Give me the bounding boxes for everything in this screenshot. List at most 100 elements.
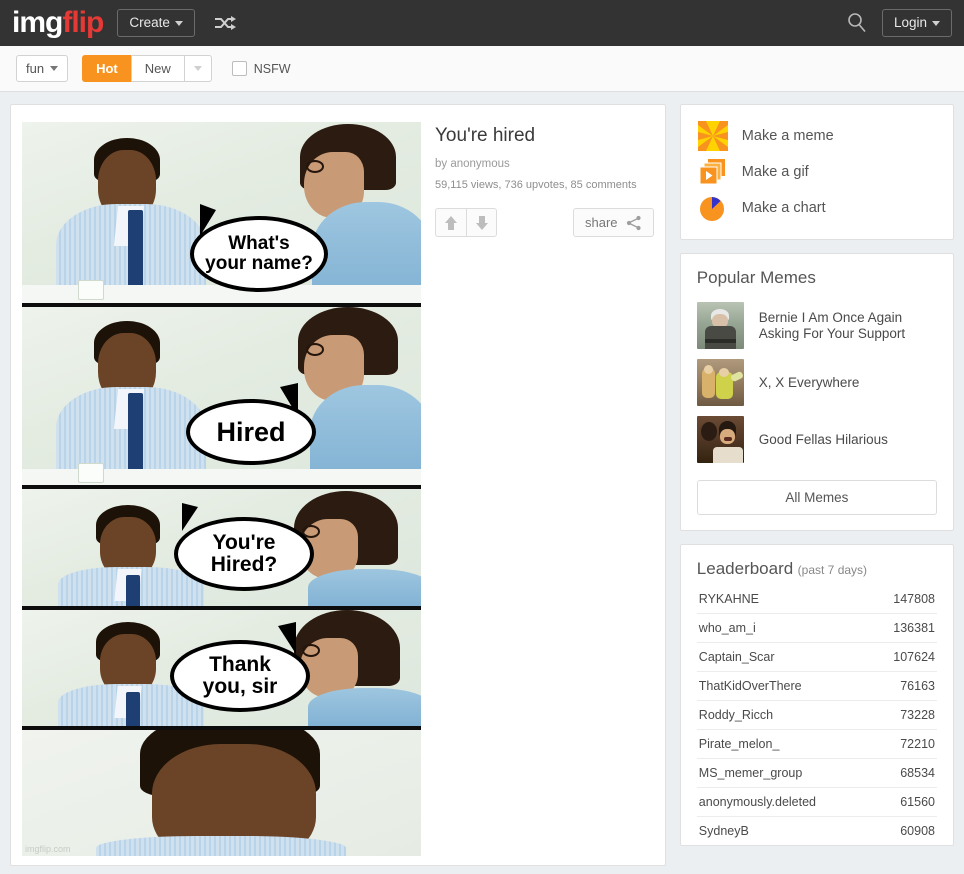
filter-bar: fun Hot New NSFW [0, 46, 964, 92]
speech-bubble-1-text: What's your name? [205, 234, 313, 274]
meme-panel-1: What's your name? [22, 122, 421, 307]
speech-bubble-2: Hired [186, 399, 316, 465]
leaderboard-row[interactable]: ThatKidOverThere76163 [697, 671, 937, 700]
leaderboard-row[interactable]: RYKAHNE 147808 [697, 585, 937, 613]
tab-hot[interactable]: Hot [82, 55, 131, 82]
login-button-label: Login [894, 16, 927, 30]
page-body: What's your name? Hired [0, 92, 964, 866]
meme-panel-4: Thank you, sir [22, 610, 421, 730]
speech-bubble-4-text: Thank you, sir [203, 654, 278, 698]
leaderboard-row[interactable]: Captain_Scar 107624 [697, 642, 937, 671]
arrow-down-icon [475, 215, 489, 231]
toy-story-thumb [697, 359, 744, 406]
category-dropdown[interactable]: fun [16, 55, 68, 82]
leaderboard-row[interactable]: who_am_i 136381 [697, 613, 937, 642]
leaderboard-score: 107624 [893, 650, 935, 664]
upvote-button[interactable] [435, 208, 466, 237]
create-button[interactable]: Create [117, 9, 195, 37]
goodfellas-thumb [697, 416, 744, 463]
popular-meme-item-x-everywhere[interactable]: X, X Everywhere [697, 354, 937, 411]
share-button[interactable]: share [573, 208, 654, 237]
create-button-label: Create [129, 16, 170, 30]
leaderboard-row[interactable]: Roddy_Ricch 73228 [697, 700, 937, 729]
make-a-meme-label: Make a meme [742, 128, 834, 144]
make-a-chart-link[interactable]: Make a chart [698, 190, 953, 226]
leaderboard-heading: Leaderboard (past 7 days) [697, 559, 937, 579]
leaderboard-score: 147808 [893, 592, 935, 606]
arrow-up-icon [444, 215, 458, 231]
leaderboard-row[interactable]: anonymously.deleted 61560 [697, 787, 937, 816]
top-navbar: imgflip Create Login [0, 0, 964, 46]
popular-meme-label-bernie: Bernie I Am Once Again Asking For Your S… [759, 310, 937, 342]
imgflip-watermark: imgflip.com [25, 844, 71, 854]
speech-bubble-3: You're Hired? [174, 517, 314, 591]
chevron-down-icon [175, 21, 183, 26]
popular-meme-label-goodfellas: Good Fellas Hilarious [759, 432, 888, 448]
nsfw-toggle[interactable]: NSFW [232, 61, 291, 76]
meme-title: You're hired [435, 125, 666, 147]
popular-memes-heading: Popular Memes [697, 268, 937, 288]
speech-bubble-4: Thank you, sir [170, 640, 310, 712]
leaderboard-username: Pirate_melon_ [699, 737, 780, 751]
leaderboard-score: 60908 [900, 824, 935, 838]
navbar-right-group: Login [846, 9, 952, 37]
popular-meme-item-bernie[interactable]: Bernie I Am Once Again Asking For Your S… [697, 297, 937, 354]
leaderboard-username: SydneyB [699, 824, 749, 838]
all-memes-button[interactable]: All Memes [697, 480, 937, 515]
leaderboard-username: Roddy_Ricch [699, 708, 773, 722]
leaderboard-score: 61560 [900, 795, 935, 809]
leaderboard-username: who_am_i [699, 621, 756, 635]
right-sidebar: Make a meme Make a gif [680, 104, 954, 866]
imgflip-logo[interactable]: imgflip [12, 8, 103, 38]
sort-more-dropdown[interactable] [184, 55, 212, 82]
leaderboard-row[interactable]: SydneyB 60908 [697, 816, 937, 845]
meme-meta: You're hired by anonymous 59,115 views, … [421, 122, 666, 865]
sort-segmented-control: Hot New [82, 55, 212, 82]
category-dropdown-label: fun [26, 62, 44, 75]
speech-bubble-3-text: You're Hired? [211, 532, 278, 576]
create-panel: Make a meme Make a gif [680, 104, 954, 240]
make-a-chart-label: Make a chart [742, 200, 826, 216]
make-a-meme-link[interactable]: Make a meme [698, 118, 953, 154]
leaderboard-rows: RYKAHNE 147808 who_am_i 136381 Captain_Scar 1… [697, 585, 937, 845]
shuffle-icon[interactable] [213, 15, 237, 31]
share-button-label: share [585, 215, 618, 230]
leaderboard-score: 136381 [893, 621, 935, 635]
leaderboard-score: 76163 [900, 679, 935, 693]
leaderboard-username: RYKAHNE [699, 592, 759, 606]
leaderboard-score: 72210 [900, 737, 935, 751]
leaderboard-panel: Leaderboard (past 7 days) RYKAHNE 147808 w… [680, 544, 954, 846]
meme-actions: share [435, 208, 666, 237]
downvote-button[interactable] [466, 208, 497, 237]
make-chart-icon [698, 193, 728, 223]
make-a-gif-link[interactable]: Make a gif [698, 154, 953, 190]
popular-memes-panel: Popular Memes Bernie I Am Once Again Ask… [680, 253, 954, 531]
speech-bubble-1: What's your name? [190, 216, 328, 292]
meme-panel-2: Hired [22, 307, 421, 489]
login-button[interactable]: Login [882, 9, 952, 37]
nsfw-checkbox[interactable] [232, 61, 247, 76]
speech-bubble-2-text: Hired [216, 418, 285, 446]
meme-panel-3: You're Hired? [22, 489, 421, 610]
leaderboard-title: Leaderboard [697, 559, 793, 578]
leaderboard-username: MS_memer_group [699, 766, 803, 780]
tab-new[interactable]: New [131, 55, 184, 82]
meme-author: by anonymous [435, 158, 666, 170]
leaderboard-row[interactable]: Pirate_melon_ 72210 [697, 729, 937, 758]
leaderboard-username: anonymously.deleted [699, 795, 816, 809]
leaderboard-row[interactable]: MS_memer_group 68534 [697, 758, 937, 787]
nsfw-label: NSFW [254, 62, 291, 76]
popular-meme-label-x-everywhere: X, X Everywhere [759, 375, 860, 391]
logo-flip-text: flip [62, 6, 103, 39]
meme-panel-5: imgflip.com [22, 730, 421, 856]
meme-image[interactable]: What's your name? Hired [22, 122, 421, 865]
make-a-gif-label: Make a gif [742, 164, 809, 180]
chevron-down-icon [194, 66, 202, 71]
leaderboard-username: Captain_Scar [699, 650, 775, 664]
search-icon[interactable] [846, 12, 868, 34]
leaderboard-subtitle: (past 7 days) [798, 563, 867, 577]
popular-meme-item-goodfellas[interactable]: Good Fellas Hilarious [697, 411, 937, 468]
leaderboard-score: 73228 [900, 708, 935, 722]
leaderboard-score: 68534 [900, 766, 935, 780]
vote-group [435, 208, 497, 237]
